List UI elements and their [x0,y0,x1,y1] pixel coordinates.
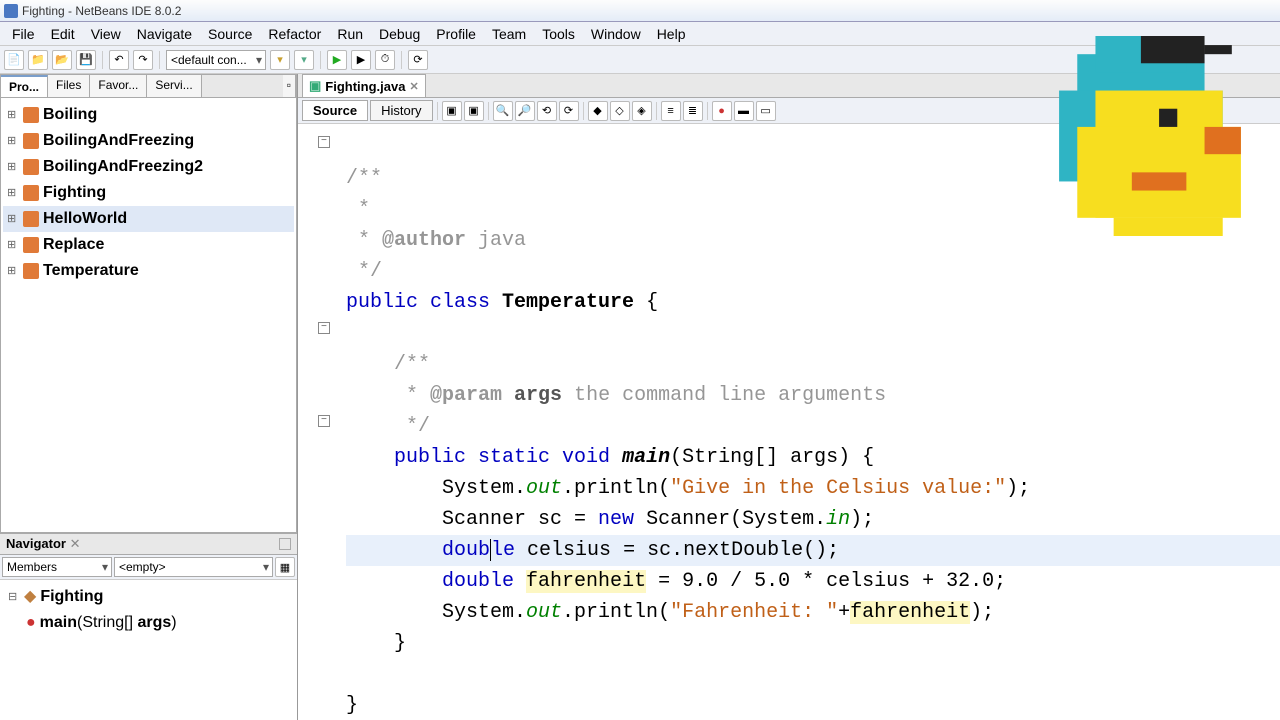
ed-btn[interactable]: ≣ [683,101,703,121]
minimize-icon[interactable] [279,538,291,550]
new-project-button[interactable]: 📁 [28,50,48,70]
navigator-header: Navigator ✕ [0,533,297,555]
ed-btn[interactable]: ▣ [464,101,484,121]
fold-icon[interactable]: − [318,322,330,334]
menu-navigate[interactable]: Navigate [129,23,200,45]
menu-edit[interactable]: Edit [43,23,83,45]
project-item[interactable]: ⊞ Fighting [3,180,294,206]
save-all-button[interactable]: 💾 [76,50,96,70]
project-item[interactable]: ⊞ Replace [3,232,294,258]
menu-profile[interactable]: Profile [428,23,484,45]
projects-tree[interactable]: ⊞ Boiling⊞ BoilingAndFreezing⊞ BoilingAn… [1,98,296,288]
menu-refactor[interactable]: Refactor [260,23,329,45]
profile-button[interactable]: ⏱ [375,50,395,70]
build-button[interactable]: ▾ [270,50,290,70]
undo-button[interactable]: ↶ [109,50,129,70]
attach-button[interactable]: ⟳ [408,50,428,70]
project-item[interactable]: ⊞ Temperature [3,258,294,284]
projects-tabrow: Pro... Files Favor... Servi... ▫ [1,75,296,98]
tab-favorites[interactable]: Favor... [90,75,147,97]
ed-btn[interactable]: ◈ [632,101,652,121]
ed-btn[interactable]: ▣ [442,101,462,121]
menu-help[interactable]: Help [649,23,694,45]
tab-projects[interactable]: Pro... [1,75,48,97]
ed-btn[interactable]: ◇ [610,101,630,121]
menu-source[interactable]: Source [200,23,260,45]
project-item[interactable]: ⊞ BoilingAndFreezing2 [3,154,294,180]
title-bar: Fighting - NetBeans IDE 8.0.2 [0,0,1280,22]
debug-button[interactable]: ▶ [351,50,371,70]
ed-btn[interactable]: ≡ [661,101,681,121]
run-button[interactable]: ▶ [327,50,347,70]
filter-combo[interactable]: <empty> [114,557,273,577]
ed-btn[interactable]: ⟲ [537,101,557,121]
fold-icon[interactable]: − [318,415,330,427]
project-item[interactable]: ⊞ BoilingAndFreezing [3,128,294,154]
close-icon[interactable]: ✕ [409,80,418,93]
clean-build-button[interactable]: ▾ [294,50,314,70]
menu-view[interactable]: View [83,23,129,45]
ed-btn[interactable]: ⟳ [559,101,579,121]
navigator-tree[interactable]: ⊟◆ Fighting ● main(String[] args) [0,580,297,720]
config-combo[interactable]: <default con... [166,50,266,70]
project-item[interactable]: ⊞ Boiling [3,102,294,128]
ed-btn[interactable]: ▬ [734,101,754,121]
menu-team[interactable]: Team [484,23,534,45]
open-button[interactable]: 📂 [52,50,72,70]
history-tab[interactable]: History [370,100,432,121]
ed-btn[interactable]: ▭ [756,101,776,121]
ed-btn[interactable]: ◆ [588,101,608,121]
menu-file[interactable]: File [4,23,43,45]
app-icon [4,4,18,18]
project-item[interactable]: ⊞ HelloWorld [3,206,294,232]
minimize-icon[interactable]: ▫ [283,75,296,97]
menu-run[interactable]: Run [329,23,371,45]
menu-debug[interactable]: Debug [371,23,428,45]
members-combo[interactable]: Members [2,557,112,577]
menu-tools[interactable]: Tools [534,23,583,45]
window-title: Fighting - NetBeans IDE 8.0.2 [22,4,181,18]
nav-settings-icon[interactable]: ▦ [275,557,295,577]
new-file-button[interactable]: 📄 [4,50,24,70]
ed-btn[interactable]: ● [712,101,732,121]
ed-btn[interactable]: 🔎 [515,101,535,121]
editor-tab-fighting[interactable]: ▣ Fighting.java ✕ [302,74,426,97]
tab-files[interactable]: Files [48,75,90,97]
ed-btn[interactable]: 🔍 [493,101,513,121]
duck-logo-icon [1040,36,1260,236]
source-tab[interactable]: Source [302,100,368,121]
menu-window[interactable]: Window [583,23,649,45]
fold-icon[interactable]: − [318,136,330,148]
redo-button[interactable]: ↷ [133,50,153,70]
tab-services[interactable]: Servi... [147,75,201,97]
